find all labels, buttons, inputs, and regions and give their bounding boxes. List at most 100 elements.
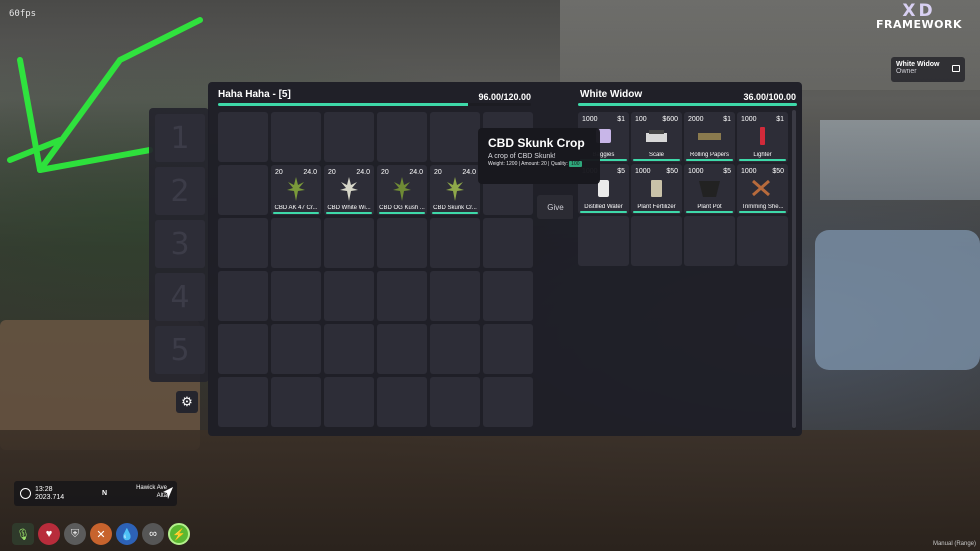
inventory-slot[interactable] [271, 324, 321, 374]
microphone-icon: 🎙 [12, 523, 34, 545]
compass-heading: N [102, 490, 108, 497]
inventory-slot[interactable] [483, 324, 533, 374]
street-name: Hawick Ave [136, 485, 167, 491]
item-quality-bar [273, 212, 319, 214]
inventory-slot[interactable] [483, 271, 533, 321]
inventory-slot[interactable] [377, 324, 427, 374]
inventory-slot[interactable] [377, 112, 427, 162]
inventory-slot[interactable] [324, 218, 374, 268]
shop-item-slot[interactable] [631, 216, 682, 266]
shop-weight: 36.00/100.00 [743, 92, 796, 102]
shop-item-bar [686, 211, 733, 213]
stress-icon: ∞ [142, 523, 164, 545]
quality-tag: 100 [569, 161, 582, 167]
shop-item-price: $5 [617, 168, 625, 175]
shop-item-label: Scale [648, 152, 664, 158]
shop-item-slot[interactable]: 100 $600 Scale [631, 112, 682, 162]
lighter-icon [760, 127, 765, 145]
inventory-slot[interactable]: 20 24.0 CBD AK 47 Cr... [271, 165, 321, 215]
shop-item-bar [739, 211, 786, 213]
shop-grid: 1000 $1 Baggies 100 $600 Scale 2000 $1 Rolling P… [578, 112, 788, 266]
inventory-slot[interactable] [271, 112, 321, 162]
status-icons: 🎙 ♥ ⛨ ✕ 💧 ∞ ⚡ [12, 523, 190, 545]
shop-item-slot[interactable]: 1000 $1 Lighter [737, 112, 788, 162]
inventory-slot[interactable] [483, 377, 533, 427]
inventory-slot[interactable] [324, 112, 374, 162]
job-title: White Widow [896, 61, 940, 68]
area-name: Alta [156, 493, 167, 499]
gear-icon: ⚙ [181, 394, 193, 409]
settings-button[interactable]: ⚙ [176, 391, 198, 413]
plant-pot-icon [699, 181, 720, 197]
shop-item-label: Distilled Water [584, 204, 623, 210]
hotbar-slot[interactable]: 1 [155, 114, 205, 162]
framework-logo: XD FRAMEWORK [864, 3, 974, 31]
inventory-slot[interactable] [271, 271, 321, 321]
item-quality-bar [432, 212, 478, 214]
shop-item-slot[interactable]: 1000 $50 Trimming She... [737, 164, 788, 214]
shop-item-amount: 1000 [741, 168, 757, 175]
shop-item-slot[interactable]: 2000 $1 Rolling Papers [684, 112, 735, 162]
hotbar-slot[interactable]: 2 [155, 167, 205, 215]
cannabis-plant-icon [340, 177, 358, 201]
inventory-slot[interactable] [430, 271, 480, 321]
inventory-slot[interactable]: 20 24.0 CBD Skunk Cr... [430, 165, 480, 215]
inventory-slot[interactable] [430, 377, 480, 427]
hotbar-slot[interactable]: 3 [155, 220, 205, 268]
item-amount: 20 [275, 169, 283, 176]
item-amount: 20 [434, 169, 442, 176]
inventory-slot[interactable] [218, 377, 268, 427]
inventory-slot[interactable] [218, 218, 268, 268]
inventory-slot[interactable]: 20 24.0 CBD OG Kush ... [377, 165, 427, 215]
shop-item-slot[interactable]: 1000 $50 Plant Fertilizer [631, 164, 682, 214]
hunger-icon: ✕ [90, 523, 112, 545]
give-button[interactable]: Give [537, 195, 574, 219]
shop-item-bar [580, 211, 627, 213]
shop-item-label: Plant Fertilizer [637, 204, 676, 210]
shop-scrollbar[interactable] [792, 110, 796, 430]
inventory-slot[interactable] [271, 218, 321, 268]
shop-item-bar [633, 211, 680, 213]
inventory-slot[interactable] [430, 324, 480, 374]
shop-weight-fill [578, 103, 797, 106]
inventory-slot[interactable] [324, 324, 374, 374]
inventory-slot[interactable] [218, 112, 268, 162]
tooltip-description: A crop of CBD Skunk! [488, 153, 556, 160]
inventory-slot[interactable] [377, 271, 427, 321]
shop-item-slot[interactable]: 1000 $5 Plant Pot [684, 164, 735, 214]
item-amount: 20 [381, 169, 389, 176]
cannabis-plant-icon [446, 177, 464, 201]
shop-item-slot[interactable] [684, 216, 735, 266]
inventory-slot[interactable] [324, 271, 374, 321]
item-quality-bar [326, 212, 372, 214]
inventory-slot[interactable] [324, 377, 374, 427]
item-label: CBD Skunk Cr... [433, 205, 477, 211]
item-tooltip: CBD Skunk Crop A crop of CBD Skunk! Weig… [478, 128, 600, 184]
corner-hint: Manual (Range) [932, 541, 976, 547]
inventory-slot[interactable] [271, 377, 321, 427]
inventory-slot[interactable] [218, 271, 268, 321]
hotbar-slot[interactable]: 5 [155, 326, 205, 374]
shop-item-price: $50 [772, 168, 784, 175]
inventory-slot[interactable] [430, 218, 480, 268]
background-window [820, 120, 980, 200]
shop-item-amount: 1000 [688, 168, 704, 175]
inventory-slot[interactable] [483, 218, 533, 268]
cannabis-plant-icon [393, 177, 411, 201]
inventory-slot[interactable]: 20 24.0 CBD White Wi... [324, 165, 374, 215]
health-icon: ♥ [38, 523, 60, 545]
shop-item-price: $600 [662, 116, 678, 123]
shop-item-slot[interactable] [737, 216, 788, 266]
inventory-slot[interactable] [218, 165, 268, 215]
shop-item-slot[interactable] [578, 216, 629, 266]
shop-item-price: $1 [723, 116, 731, 123]
inventory-slot[interactable] [430, 112, 480, 162]
inventory-slot[interactable] [377, 377, 427, 427]
hotbar-slot[interactable]: 4 [155, 273, 205, 321]
inventory-slot[interactable] [377, 218, 427, 268]
briefcase-icon [952, 65, 960, 72]
item-amount: 20 [328, 169, 336, 176]
inventory-slot[interactable] [218, 324, 268, 374]
shop-item-price: $5 [723, 168, 731, 175]
location-clock-box: 13:28 2023.714 N Hawick Ave Alta [14, 481, 177, 506]
